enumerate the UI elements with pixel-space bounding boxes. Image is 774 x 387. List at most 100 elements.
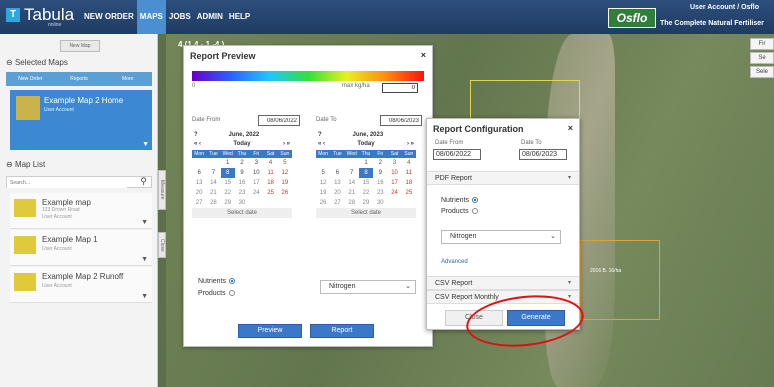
calendar-day[interactable]: 2 — [235, 158, 249, 168]
new-map-button[interactable]: New Map — [60, 40, 100, 52]
nutrient-select[interactable]: Nitrogen ⌄ — [441, 230, 561, 244]
calendar-help[interactable]: ? — [318, 132, 322, 141]
next-month-button[interactable]: › » — [407, 141, 414, 150]
previous-month-button[interactable]: « ‹ — [194, 141, 201, 150]
nav-maps[interactable]: MAPS — [136, 0, 166, 34]
pdf-report-section[interactable]: PDF Report ▾ — [427, 171, 579, 185]
calendar-day[interactable]: 27 — [330, 198, 344, 208]
calendar-day[interactable]: 22 — [359, 188, 373, 198]
today-button[interactable]: Today — [233, 141, 250, 150]
nutrient-select[interactable]: Nitrogen ⌄ — [320, 280, 416, 294]
map-control-button[interactable]: Se — [750, 52, 774, 64]
calendar-day[interactable]: 21 — [206, 188, 220, 198]
selected-day[interactable]: 8 — [358, 168, 374, 178]
calendar-day[interactable]: 24 — [249, 188, 263, 198]
today-button[interactable]: Today — [357, 141, 374, 150]
calendar-day[interactable]: 17 — [249, 178, 263, 188]
calendar-day[interactable]: 25 — [263, 188, 277, 198]
new-order-tab[interactable]: New Order — [6, 72, 55, 86]
nav-help[interactable]: HELP — [226, 0, 253, 34]
calendar-day[interactable]: 4 — [263, 158, 277, 168]
advanced-link[interactable]: Advanced — [441, 259, 468, 265]
calendar-day[interactable]: 20 — [192, 188, 206, 198]
date-from-input[interactable] — [258, 115, 300, 126]
date-to-input[interactable] — [380, 115, 422, 126]
calendar-day[interactable]: 6 — [330, 168, 344, 178]
legend-max-input[interactable] — [382, 83, 418, 93]
products-option[interactable]: Products — [441, 208, 478, 215]
calendar-day[interactable]: 20 — [330, 188, 344, 198]
close-icon[interactable]: × — [568, 123, 573, 133]
calendar-day[interactable]: 13 — [192, 178, 206, 188]
nav-jobs[interactable]: JOBS — [166, 0, 194, 34]
calendar-day[interactable]: 18 — [263, 178, 277, 188]
close-sidebar-tab[interactable]: Close — [158, 232, 166, 258]
calendar-day[interactable]: 5 — [316, 168, 330, 178]
calendar-day[interactable]: 15 — [359, 178, 373, 188]
field-boundary[interactable] — [580, 240, 660, 320]
radio-selected-icon[interactable] — [229, 278, 236, 285]
measure-tab[interactable]: Measure — [158, 170, 166, 210]
date-to-input[interactable] — [519, 149, 567, 160]
map-control-button[interactable]: Sele — [750, 66, 774, 78]
calendar-day[interactable]: 1 — [359, 158, 373, 168]
calendar-day[interactable]: 12 — [316, 178, 330, 188]
calendar-day[interactable]: 10 — [249, 168, 263, 178]
calendar-day[interactable]: 2 — [373, 158, 387, 168]
radio-unselected-icon[interactable] — [471, 208, 478, 215]
calendar-day[interactable]: 19 — [278, 178, 292, 188]
calendar-day[interactable]: 16 — [373, 178, 387, 188]
calendar-day[interactable]: 13 — [330, 178, 344, 188]
calendar-day[interactable]: 28 — [206, 198, 220, 208]
radio-selected-icon[interactable] — [472, 197, 479, 204]
search-icon[interactable]: ⚲ — [140, 176, 147, 187]
list-item[interactable]: Example map 123 Drown Road User Account … — [10, 193, 152, 229]
chevron-down-icon[interactable]: ▼ — [142, 141, 149, 148]
calendar-day[interactable]: 7 — [206, 168, 220, 178]
calendar-day[interactable]: 27 — [192, 198, 206, 208]
calendar-day[interactable]: 11 — [263, 168, 277, 178]
products-option[interactable]: Products — [198, 290, 235, 297]
nav-admin[interactable]: ADMIN — [194, 0, 226, 34]
nav-new-order[interactable]: NEW ORDER — [81, 0, 137, 34]
close-icon[interactable]: × — [421, 50, 426, 60]
nutrients-option[interactable]: Nutrients — [198, 278, 236, 285]
calendar-day[interactable]: 22 — [221, 188, 235, 198]
report-button[interactable]: Report — [310, 324, 374, 338]
calendar-day[interactable]: 12 — [278, 168, 292, 178]
calendar-help[interactable]: ? — [194, 132, 198, 141]
calendar-day[interactable]: 19 — [316, 188, 330, 198]
calendar-day[interactable]: 28 — [345, 198, 359, 208]
calendar-day[interactable]: 11 — [402, 168, 416, 178]
next-month-button[interactable]: › » — [283, 141, 290, 150]
map-search-input[interactable] — [7, 178, 127, 188]
more-tab[interactable]: More — [103, 72, 152, 86]
calendar-day[interactable]: 30 — [373, 198, 387, 208]
calendar-day[interactable]: 24 — [387, 188, 401, 198]
date-from-input[interactable] — [433, 149, 481, 160]
calendar-day[interactable]: 26 — [278, 188, 292, 198]
calendar-day[interactable]: 9 — [235, 168, 249, 178]
user-account-link[interactable]: User Account / Osflo — [690, 4, 759, 11]
calendar-day[interactable]: 25 — [402, 188, 416, 198]
selected-maps-heading[interactable]: ⊖ Selected Maps — [6, 58, 68, 67]
selected-day[interactable]: 8 — [220, 168, 235, 178]
calendar-day[interactable]: 4 — [402, 158, 416, 168]
calendar-day[interactable]: 3 — [249, 158, 263, 168]
calendar-day[interactable]: 21 — [345, 188, 359, 198]
calendar-day[interactable]: 10 — [387, 168, 401, 178]
list-item[interactable]: Example Map 2 Runoff User Account ▼ — [10, 267, 152, 303]
calendar-day[interactable]: 18 — [402, 178, 416, 188]
chevron-down-icon[interactable]: ▼ — [141, 256, 148, 263]
csv-report-section[interactable]: CSV Report ▾ — [427, 276, 579, 290]
reports-tab[interactable]: Reports — [55, 72, 104, 86]
chevron-down-icon[interactable]: ▼ — [141, 219, 148, 226]
calendar-day[interactable]: 6 — [192, 168, 206, 178]
calendar-day[interactable]: 29 — [221, 198, 235, 208]
calendar-day[interactable]: 17 — [387, 178, 401, 188]
calendar-day[interactable]: 23 — [373, 188, 387, 198]
calendar-day[interactable]: 26 — [316, 198, 330, 208]
calendar-day[interactable]: 14 — [206, 178, 220, 188]
calendar-day[interactable]: 16 — [235, 178, 249, 188]
calendar-day[interactable]: 3 — [387, 158, 401, 168]
